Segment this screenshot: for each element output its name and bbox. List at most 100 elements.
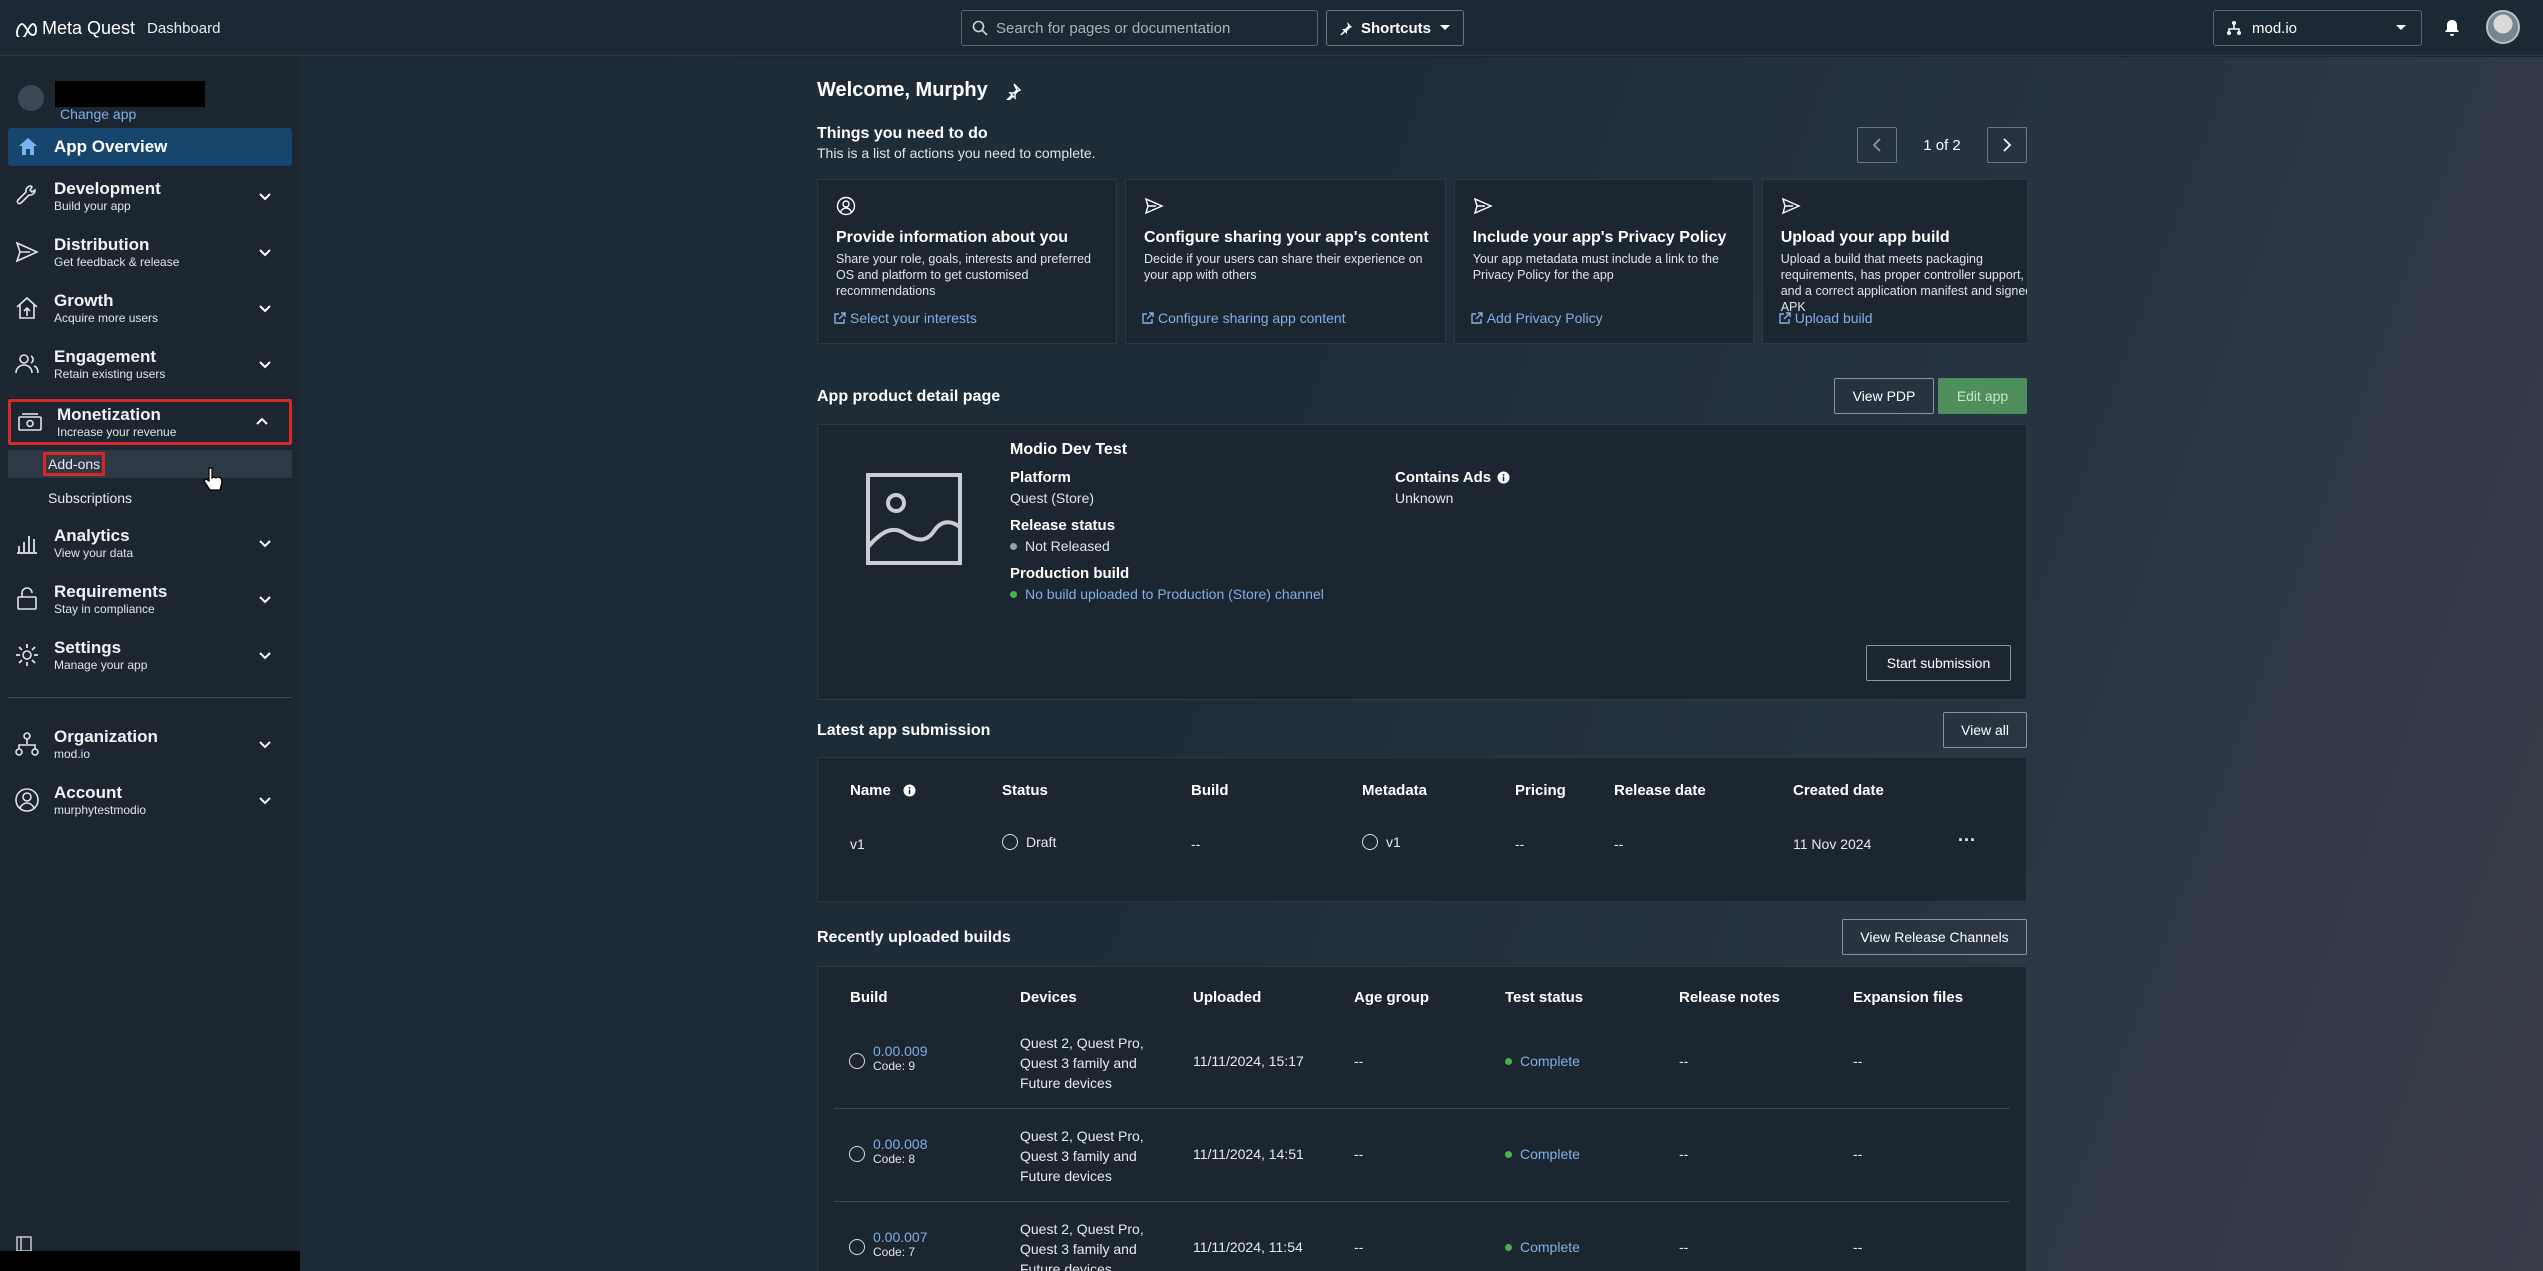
meta-quest-logo[interactable]: Meta Quest Dashboard [14,18,220,39]
submission-name[interactable]: v1 [850,836,865,852]
contains-ads-value: Unknown [1395,490,1454,506]
chevron-down-icon [259,305,271,313]
card-title: Include your app's Privacy Policy [1472,229,1727,246]
edit-app-button[interactable]: Edit app [1938,378,2027,414]
user-avatar[interactable] [2486,10,2520,44]
build-age-group: -- [1354,1146,1364,1162]
sidebar-item-analytics[interactable]: Analytics View your data [8,519,292,567]
info-icon[interactable] [903,784,916,797]
sidebar-item-settings[interactable]: Settings Manage your app [8,631,292,679]
sidebar-item-subtitle: murphytestmodio [54,802,147,817]
more-options-button[interactable]: ··· [1958,830,1976,851]
build-cell: 0.00.009 Code: 9 [873,1043,928,1073]
external-link-icon [1471,312,1483,324]
pager-text: 1 of 2 [1923,136,1961,154]
build-select-radio[interactable] [849,1239,865,1255]
sidebar-subitem-add-ons[interactable]: Add-ons [8,450,292,478]
build-code: Code: 9 [873,1059,916,1073]
change-app-link[interactable]: Change app [60,106,136,122]
build-release-notes: -- [1679,1239,1689,1255]
card-link-label: Select your interests [850,310,977,326]
card-link[interactable]: Configure sharing app content [1142,310,1346,326]
column-header-release-notes: Release notes [1679,989,1780,1006]
sidebar-item-development[interactable]: Development Build your app [8,172,292,220]
shortcuts-button[interactable]: Shortcuts [1326,10,1464,46]
chevron-down-icon [259,540,271,548]
build-version-link[interactable]: 0.00.008 [873,1136,928,1152]
row-divider [834,1108,2010,1109]
panel-icon[interactable] [16,1236,32,1252]
send-icon [1473,197,1493,215]
build-test-status[interactable]: Complete [1505,1239,1580,1255]
view-pdp-button[interactable]: View PDP [1834,378,1934,414]
sidebar-item-subtitle: mod.io [54,746,91,761]
column-header-devices: Devices [1020,989,1077,1006]
row-divider [834,1201,2010,1202]
column-header-age-group: Age group [1354,989,1429,1006]
sidebar-item-monetization[interactable]: Monetization Increase your revenue [8,399,292,445]
search-input[interactable] [996,19,1296,37]
build-code: Code: 7 [873,1245,916,1259]
sidebar-item-distribution[interactable]: Distribution Get feedback & release [8,228,292,276]
sidebar-item-engagement[interactable]: Engagement Retain existing users [8,340,292,388]
release-status-value: Not Released [1010,538,1110,554]
card-link[interactable]: Upload build [1779,310,1873,326]
column-header-metadata: Metadata [1362,782,1428,799]
status-dot [1505,1057,1512,1065]
sidebar-subitem-subscriptions[interactable]: Subscriptions [8,484,292,512]
build-age-group: -- [1354,1053,1364,1069]
external-link-icon [834,312,846,324]
start-submission-button[interactable]: Start submission [1866,645,2011,681]
sidebar-item-growth[interactable]: Growth Acquire more users [8,284,292,332]
info-icon[interactable] [1497,471,1510,484]
todo-card: Provide information about you Share your… [817,179,1117,344]
production-build-value[interactable]: No build uploaded to Production (Store) … [1010,586,1324,602]
card-link-label: Configure sharing app content [1158,310,1346,326]
mouse-pointer-icon [203,467,223,491]
column-header-release-date: Release date [1614,782,1706,799]
build-test-status[interactable]: Complete [1505,1146,1580,1162]
chevron-down-icon [259,797,271,805]
build-test-status-text: Complete [1520,1053,1580,1069]
column-header-test-status: Test status [1505,989,1584,1006]
build-select-radio[interactable] [849,1146,865,1162]
build-devices: Quest 2, Quest Pro, Quest 3 family and F… [1020,1128,1144,1184]
card-link[interactable]: Add Privacy Policy [1471,310,1603,326]
submission-status: Draft [1002,834,1056,850]
sidebar-item-app-overview[interactable]: App Overview [8,128,292,166]
status-dot [1505,1243,1512,1251]
previous-page-button[interactable] [1857,127,1897,163]
card-description: Upload a build that meets packaging requ… [1780,252,2027,314]
next-page-button[interactable] [1987,127,2027,163]
search-box[interactable] [961,10,1318,46]
sidebar-item-title: Settings [54,637,122,657]
build-select-radio[interactable] [849,1053,865,1069]
sidebar-item-subtitle: Increase your revenue [57,424,177,439]
build-uploaded: 11/11/2024, 14:51 [1193,1146,1304,1162]
sidebar-subitem-label: Add-ons [43,452,106,476]
card-link-label: Add Privacy Policy [1486,310,1603,326]
sidebar-item-requirements[interactable]: Requirements Stay in compliance [8,575,292,623]
build-version-link[interactable]: 0.00.007 [873,1229,928,1245]
contains-ads-label: Contains Ads [1395,469,1510,486]
card-link[interactable]: Select your interests [834,310,977,326]
view-all-button[interactable]: View all [1943,712,2027,748]
search-icon [972,20,988,36]
notifications-bell-icon[interactable] [2442,18,2462,38]
column-header-created-date: Created date [1793,782,1884,799]
build-version-link[interactable]: 0.00.009 [873,1043,928,1059]
build-test-status[interactable]: Complete [1505,1053,1580,1069]
organization-selector[interactable]: mod.io [2213,10,2422,46]
build-code: Code: 8 [873,1152,916,1166]
sidebar-item-title: Development [54,178,161,198]
build-devices: Quest 2, Quest Pro, Quest 3 family and F… [1020,1221,1144,1271]
submission-release-date: -- [1614,836,1624,852]
sidebar-divider [8,697,292,698]
pin-icon[interactable] [1004,82,1022,100]
account-icon [15,788,39,812]
card-title: Upload your app build [1780,229,1950,246]
top-bar: Meta Quest Dashboard Shortcuts mod.io [0,0,2543,56]
sidebar-item-account[interactable]: Account murphytestmodio [8,776,292,824]
view-release-channels-button[interactable]: View Release Channels [1842,919,2027,955]
sidebar-item-organization[interactable]: Organization mod.io [8,720,292,768]
